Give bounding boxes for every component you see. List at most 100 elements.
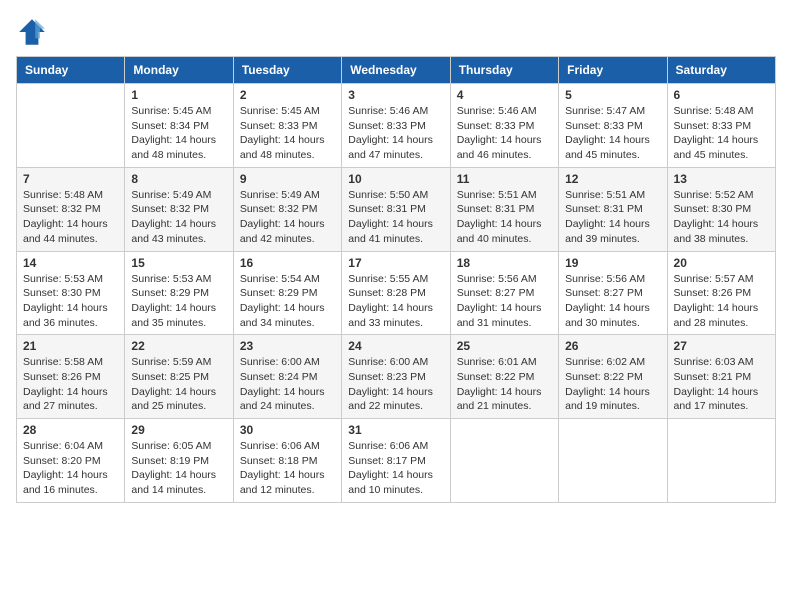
day-number: 21 (23, 339, 118, 353)
day-info: Sunrise: 5:49 AM Sunset: 8:32 PM Dayligh… (131, 188, 226, 247)
day-info: Sunrise: 6:04 AM Sunset: 8:20 PM Dayligh… (23, 439, 118, 498)
day-info: Sunrise: 6:01 AM Sunset: 8:22 PM Dayligh… (457, 355, 552, 414)
calendar-cell (667, 419, 775, 503)
day-number: 8 (131, 172, 226, 186)
day-info: Sunrise: 5:59 AM Sunset: 8:25 PM Dayligh… (131, 355, 226, 414)
calendar-cell: 1 Sunrise: 5:45 AM Sunset: 8:34 PM Daylig… (125, 84, 233, 168)
calendar-cell: 23 Sunrise: 6:00 AM Sunset: 8:24 PM Dayli… (233, 335, 341, 419)
column-header-sunday: Sunday (17, 57, 125, 84)
logo (16, 16, 52, 48)
calendar-cell: 26Sunrise: 6:02 AM Sunset: 8:22 PM Dayli… (559, 335, 667, 419)
header-row: SundayMondayTuesdayWednesdayThursdayFrid… (17, 57, 776, 84)
day-number: 29 (131, 423, 226, 437)
calendar-body: 1 Sunrise: 5:45 AM Sunset: 8:34 PM Daylig… (17, 84, 776, 503)
column-header-thursday: Thursday (450, 57, 558, 84)
column-header-monday: Monday (125, 57, 233, 84)
day-info: Sunrise: 5:52 AM Sunset: 8:30 PM Dayligh… (674, 188, 769, 247)
calendar-cell: 28 Sunrise: 6:04 AM Sunset: 8:20 PM Dayli… (17, 419, 125, 503)
day-number: 7 (23, 172, 118, 186)
day-number: 27 (674, 339, 769, 353)
calendar-cell: 3 Sunrise: 5:46 AM Sunset: 8:33 PM Daylig… (342, 84, 450, 168)
day-number: 14 (23, 256, 118, 270)
day-info: Sunrise: 5:56 AM Sunset: 8:27 PM Dayligh… (565, 272, 660, 331)
calendar-cell: 21 Sunrise: 5:58 AM Sunset: 8:26 PM Dayli… (17, 335, 125, 419)
day-info: Sunrise: 6:06 AM Sunset: 8:17 PM Dayligh… (348, 439, 443, 498)
day-number: 30 (240, 423, 335, 437)
day-number: 6 (674, 88, 769, 102)
calendar-cell: 7 Sunrise: 5:48 AM Sunset: 8:32 PM Daylig… (17, 167, 125, 251)
day-info: Sunrise: 5:45 AM Sunset: 8:33 PM Dayligh… (240, 104, 335, 163)
calendar-cell: 2 Sunrise: 5:45 AM Sunset: 8:33 PM Daylig… (233, 84, 341, 168)
day-info: Sunrise: 6:03 AM Sunset: 8:21 PM Dayligh… (674, 355, 769, 414)
day-info: Sunrise: 5:46 AM Sunset: 8:33 PM Dayligh… (348, 104, 443, 163)
calendar-cell: 19 Sunrise: 5:56 AM Sunset: 8:27 PM Dayli… (559, 251, 667, 335)
calendar-header: SundayMondayTuesdayWednesdayThursdayFrid… (17, 57, 776, 84)
calendar-week-3: 14 Sunrise: 5:53 AM Sunset: 8:30 PM Dayli… (17, 251, 776, 335)
day-info: Sunrise: 6:02 AM Sunset: 8:22 PM Dayligh… (565, 355, 660, 414)
day-info: Sunrise: 6:00 AM Sunset: 8:23 PM Dayligh… (348, 355, 443, 414)
day-info: Sunrise: 5:58 AM Sunset: 8:26 PM Dayligh… (23, 355, 118, 414)
logo-icon (16, 16, 48, 48)
day-number: 15 (131, 256, 226, 270)
column-header-tuesday: Tuesday (233, 57, 341, 84)
calendar-cell: 11Sunrise: 5:51 AM Sunset: 8:31 PM Dayli… (450, 167, 558, 251)
day-number: 1 (131, 88, 226, 102)
calendar-cell: 30Sunrise: 6:06 AM Sunset: 8:18 PM Dayli… (233, 419, 341, 503)
day-number: 22 (131, 339, 226, 353)
day-info: Sunrise: 5:47 AM Sunset: 8:33 PM Dayligh… (565, 104, 660, 163)
calendar-table: SundayMondayTuesdayWednesdayThursdayFrid… (16, 56, 776, 503)
calendar-cell: 15Sunrise: 5:53 AM Sunset: 8:29 PM Dayli… (125, 251, 233, 335)
day-number: 25 (457, 339, 552, 353)
day-info: Sunrise: 6:00 AM Sunset: 8:24 PM Dayligh… (240, 355, 335, 414)
day-number: 9 (240, 172, 335, 186)
calendar-cell: 16Sunrise: 5:54 AM Sunset: 8:29 PM Dayli… (233, 251, 341, 335)
calendar-cell: 17 Sunrise: 5:55 AM Sunset: 8:28 PM Dayli… (342, 251, 450, 335)
calendar-week-1: 1 Sunrise: 5:45 AM Sunset: 8:34 PM Daylig… (17, 84, 776, 168)
column-header-friday: Friday (559, 57, 667, 84)
day-info: Sunrise: 5:50 AM Sunset: 8:31 PM Dayligh… (348, 188, 443, 247)
column-header-saturday: Saturday (667, 57, 775, 84)
calendar-cell: 5 Sunrise: 5:47 AM Sunset: 8:33 PM Daylig… (559, 84, 667, 168)
day-number: 18 (457, 256, 552, 270)
day-number: 3 (348, 88, 443, 102)
calendar-cell: 25 Sunrise: 6:01 AM Sunset: 8:22 PM Dayli… (450, 335, 558, 419)
calendar-cell: 14 Sunrise: 5:53 AM Sunset: 8:30 PM Dayli… (17, 251, 125, 335)
day-number: 17 (348, 256, 443, 270)
calendar-cell: 9 Sunrise: 5:49 AM Sunset: 8:32 PM Daylig… (233, 167, 341, 251)
calendar-cell: 22 Sunrise: 5:59 AM Sunset: 8:25 PM Dayli… (125, 335, 233, 419)
day-info: Sunrise: 5:51 AM Sunset: 8:31 PM Dayligh… (457, 188, 552, 247)
day-info: Sunrise: 5:49 AM Sunset: 8:32 PM Dayligh… (240, 188, 335, 247)
day-number: 31 (348, 423, 443, 437)
calendar-week-4: 21 Sunrise: 5:58 AM Sunset: 8:26 PM Dayli… (17, 335, 776, 419)
calendar-cell: 31 Sunrise: 6:06 AM Sunset: 8:17 PM Dayli… (342, 419, 450, 503)
calendar-cell: 4 Sunrise: 5:46 AM Sunset: 8:33 PM Daylig… (450, 84, 558, 168)
day-number: 10 (348, 172, 443, 186)
day-number: 5 (565, 88, 660, 102)
day-number: 24 (348, 339, 443, 353)
calendar-cell (17, 84, 125, 168)
day-number: 19 (565, 256, 660, 270)
calendar-cell: 10 Sunrise: 5:50 AM Sunset: 8:31 PM Dayli… (342, 167, 450, 251)
calendar-cell (450, 419, 558, 503)
calendar-cell: 29Sunrise: 6:05 AM Sunset: 8:19 PM Dayli… (125, 419, 233, 503)
calendar-cell: 6 Sunrise: 5:48 AM Sunset: 8:33 PM Daylig… (667, 84, 775, 168)
calendar-cell: 27 Sunrise: 6:03 AM Sunset: 8:21 PM Dayli… (667, 335, 775, 419)
day-info: Sunrise: 5:46 AM Sunset: 8:33 PM Dayligh… (457, 104, 552, 163)
calendar-week-5: 28 Sunrise: 6:04 AM Sunset: 8:20 PM Dayli… (17, 419, 776, 503)
calendar-cell: 24 Sunrise: 6:00 AM Sunset: 8:23 PM Dayli… (342, 335, 450, 419)
calendar-cell: 8 Sunrise: 5:49 AM Sunset: 8:32 PM Daylig… (125, 167, 233, 251)
day-number: 23 (240, 339, 335, 353)
day-info: Sunrise: 5:48 AM Sunset: 8:32 PM Dayligh… (23, 188, 118, 247)
calendar-cell: 18Sunrise: 5:56 AM Sunset: 8:27 PM Dayli… (450, 251, 558, 335)
day-number: 4 (457, 88, 552, 102)
calendar-cell (559, 419, 667, 503)
day-info: Sunrise: 5:53 AM Sunset: 8:30 PM Dayligh… (23, 272, 118, 331)
day-info: Sunrise: 5:48 AM Sunset: 8:33 PM Dayligh… (674, 104, 769, 163)
day-number: 13 (674, 172, 769, 186)
day-number: 2 (240, 88, 335, 102)
day-info: Sunrise: 5:51 AM Sunset: 8:31 PM Dayligh… (565, 188, 660, 247)
day-info: Sunrise: 5:45 AM Sunset: 8:34 PM Dayligh… (131, 104, 226, 163)
calendar-cell: 12Sunrise: 5:51 AM Sunset: 8:31 PM Dayli… (559, 167, 667, 251)
day-number: 28 (23, 423, 118, 437)
day-info: Sunrise: 5:55 AM Sunset: 8:28 PM Dayligh… (348, 272, 443, 331)
